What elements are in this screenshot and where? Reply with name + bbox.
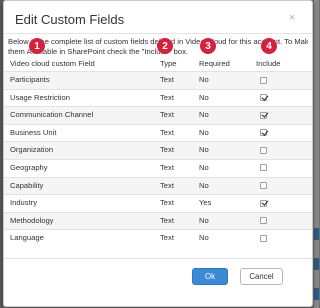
- table-row: Communication Channel Text No: [4, 106, 312, 124]
- include-checkbox[interactable]: [260, 199, 267, 207]
- table-row: Participants Text No: [4, 71, 312, 89]
- field-type: Text: [160, 233, 174, 243]
- field-name: Language: [10, 233, 44, 243]
- field-type: Text: [160, 162, 174, 172]
- field-name: Business Unit: [10, 127, 57, 137]
- column-header-required: Required: [199, 59, 230, 68]
- field-name: Methodology: [10, 215, 54, 225]
- field-required: No: [199, 215, 209, 225]
- include-cell: [260, 199, 267, 207]
- field-type: Text: [160, 145, 174, 155]
- field-name: Organization: [10, 145, 54, 155]
- dialog-title: Edit Custom Fields: [15, 12, 125, 27]
- field-name: Usage Restriction: [10, 92, 70, 102]
- cancel-button[interactable]: Cancel: [240, 268, 283, 285]
- field-required: No: [199, 92, 209, 102]
- include-cell: [260, 129, 267, 137]
- field-type: Text: [160, 127, 174, 137]
- background-tab: [314, 228, 319, 240]
- field-required: No: [199, 162, 209, 172]
- column-header-include: Include: [256, 59, 281, 68]
- include-checkbox[interactable]: [260, 129, 267, 137]
- field-type: Text: [160, 110, 174, 120]
- field-name: Capability: [10, 180, 44, 190]
- background-tab: [314, 288, 319, 300]
- field-name: Geography: [10, 162, 48, 172]
- field-type: Text: [160, 75, 174, 84]
- column-header-type: Type: [160, 59, 177, 68]
- background-tab: [314, 258, 319, 270]
- table-row: Organization Text No: [4, 141, 312, 159]
- column-header-field: Video cloud custom Field: [10, 59, 95, 68]
- include-cell: [260, 146, 267, 154]
- include-checkbox[interactable]: [260, 234, 267, 242]
- field-required: No: [199, 145, 209, 155]
- include-checkbox[interactable]: [260, 146, 267, 154]
- include-cell: [260, 182, 267, 190]
- include-checkbox[interactable]: [260, 94, 267, 102]
- include-checkbox[interactable]: [260, 76, 267, 84]
- field-name: Communication Channel: [10, 110, 94, 120]
- table-row: Language Text No: [4, 229, 312, 247]
- include-cell: [260, 217, 267, 225]
- table-row: Usage Restriction Text No: [4, 88, 312, 107]
- include-cell: [260, 164, 267, 172]
- field-name: Industry: [10, 198, 38, 208]
- include-cell: [260, 111, 267, 119]
- field-type: Text: [160, 198, 174, 208]
- footer-divider: [4, 258, 312, 259]
- include-checkbox[interactable]: [260, 217, 267, 225]
- ok-button[interactable]: Ok: [192, 268, 228, 285]
- include-checkbox[interactable]: [260, 111, 267, 119]
- field-required: No: [199, 233, 209, 243]
- close-icon[interactable]: ×: [289, 12, 295, 24]
- include-checkbox[interactable]: [260, 182, 267, 190]
- field-type: Text: [160, 92, 174, 102]
- field-name: Participants: [10, 75, 50, 84]
- field-type: Text: [160, 180, 174, 190]
- field-required: No: [199, 75, 209, 84]
- field-required: No: [199, 127, 209, 137]
- table-row: Methodology Text No: [4, 211, 312, 230]
- table-row: Business Unit Text No: [4, 123, 312, 142]
- include-cell: [260, 76, 267, 84]
- include-cell: [260, 234, 267, 242]
- include-checkbox[interactable]: [260, 164, 267, 172]
- edit-custom-fields-dialog: Edit Custom Fields × Below is the comple…: [3, 0, 313, 307]
- table-row: Geography Text No: [4, 158, 312, 177]
- callout-marker-3: 3: [200, 38, 216, 54]
- callout-marker-1: 1: [29, 38, 45, 54]
- custom-fields-table: Participants Text No Usage Restriction Text N…: [4, 71, 312, 247]
- callout-marker-2: 2: [157, 38, 173, 54]
- callout-marker-4: 4: [261, 38, 277, 54]
- table-row: Capability Text No: [4, 176, 312, 195]
- header-divider: [4, 33, 312, 34]
- field-type: Text: [160, 215, 174, 225]
- field-required: Yes: [199, 198, 212, 208]
- field-required: No: [199, 180, 209, 190]
- include-cell: [260, 94, 267, 102]
- table-row: Industry Text Yes: [4, 194, 312, 212]
- field-required: No: [199, 110, 209, 120]
